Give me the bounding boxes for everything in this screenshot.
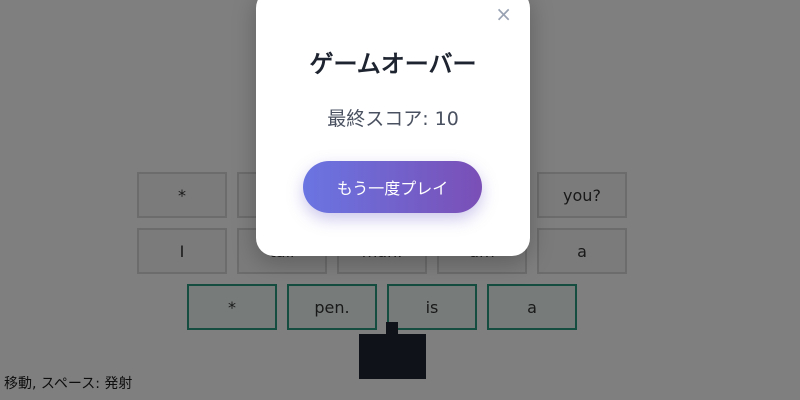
game-over-dialog: × ゲームオーバー 最終スコア: 10 もう一度プレイ: [256, 0, 530, 256]
close-icon[interactable]: ×: [495, 4, 512, 24]
play-again-button[interactable]: もう一度プレイ: [303, 161, 482, 213]
final-score: 最終スコア: 10: [327, 108, 459, 130]
dialog-title: ゲームオーバー: [309, 50, 477, 78]
